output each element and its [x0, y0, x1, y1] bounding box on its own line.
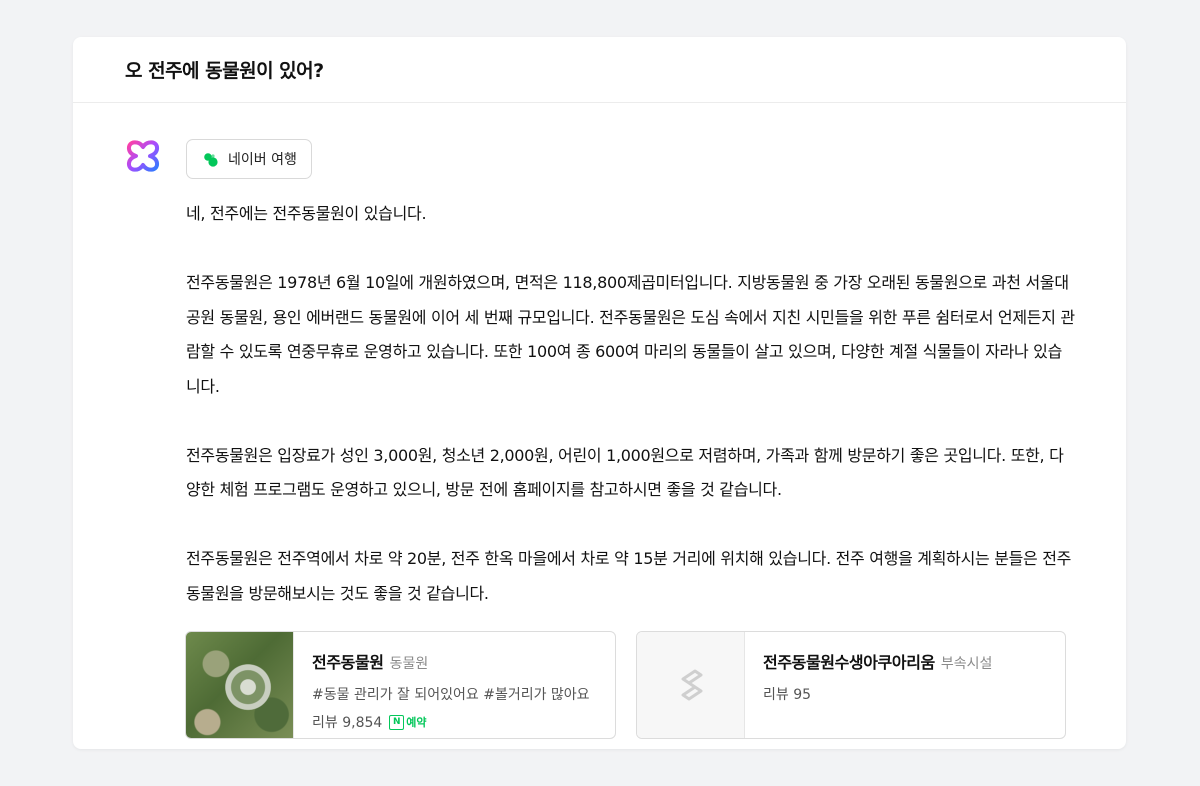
place-category: 부속시설: [940, 656, 993, 672]
place-category: 동물원: [389, 656, 429, 672]
reserve-badge[interactable]: N 예약: [389, 714, 427, 730]
placeholder-logo-icon: [681, 669, 702, 701]
answer-paragraph: 전주동물원은 입장료가 성인 3,000원, 청소년 2,000원, 어린이 1…: [186, 445, 1064, 500]
place-tags: #동물 관리가 잘 되어있어요 #볼거리가 많아요: [312, 687, 590, 703]
answer-paragraph: 네, 전주에는 전주동물원이 있습니다.: [186, 204, 427, 223]
place-thumbnail-photo: [186, 632, 294, 738]
place-thumbnail-placeholder: [637, 632, 745, 738]
source-chip-label: 네이버 여행: [228, 152, 297, 168]
place-name: 전주동물원: [312, 653, 384, 672]
reserve-label: 예약: [406, 716, 427, 729]
chat-card: 오 전주에 동물원이 있어? 네이버 여행 네, 전주에는 전주동물원이 있습니…: [73, 37, 1126, 749]
answer-paragraph: 전주동물원은 전주역에서 차로 약 20분, 전주 한옥 마을에서 차로 약 1…: [186, 549, 1072, 603]
place-card-aquarium[interactable]: 전주동물원수생아쿠아리움 부속시설 리뷰 95: [636, 631, 1066, 739]
place-card-jeonju-zoo[interactable]: 전주동물원 동물원 #동물 관리가 잘 되어있어요 #볼거리가 많아요 리뷰 9…: [185, 631, 616, 739]
source-chip-naver-travel[interactable]: 네이버 여행: [186, 139, 312, 179]
assistant-logo-icon: [127, 140, 159, 172]
place-name: 전주동물원수생아쿠아리움: [763, 653, 935, 672]
place-review-count: 리뷰 95: [763, 687, 812, 703]
user-question: 오 전주에 동물원이 있어?: [73, 37, 1126, 103]
answer-text: 네, 전주에는 전주동물원이 있습니다. 전주동물원은 1978년 6월 10일…: [186, 197, 1076, 611]
naver-n-icon: N: [389, 714, 405, 730]
naver-travel-icon: [204, 152, 218, 167]
answer-paragraph: 전주동물원은 1978년 6월 10일에 개원하였으며, 면적은 118,800…: [186, 273, 1075, 396]
place-review-count: 리뷰 9,854: [312, 715, 383, 731]
